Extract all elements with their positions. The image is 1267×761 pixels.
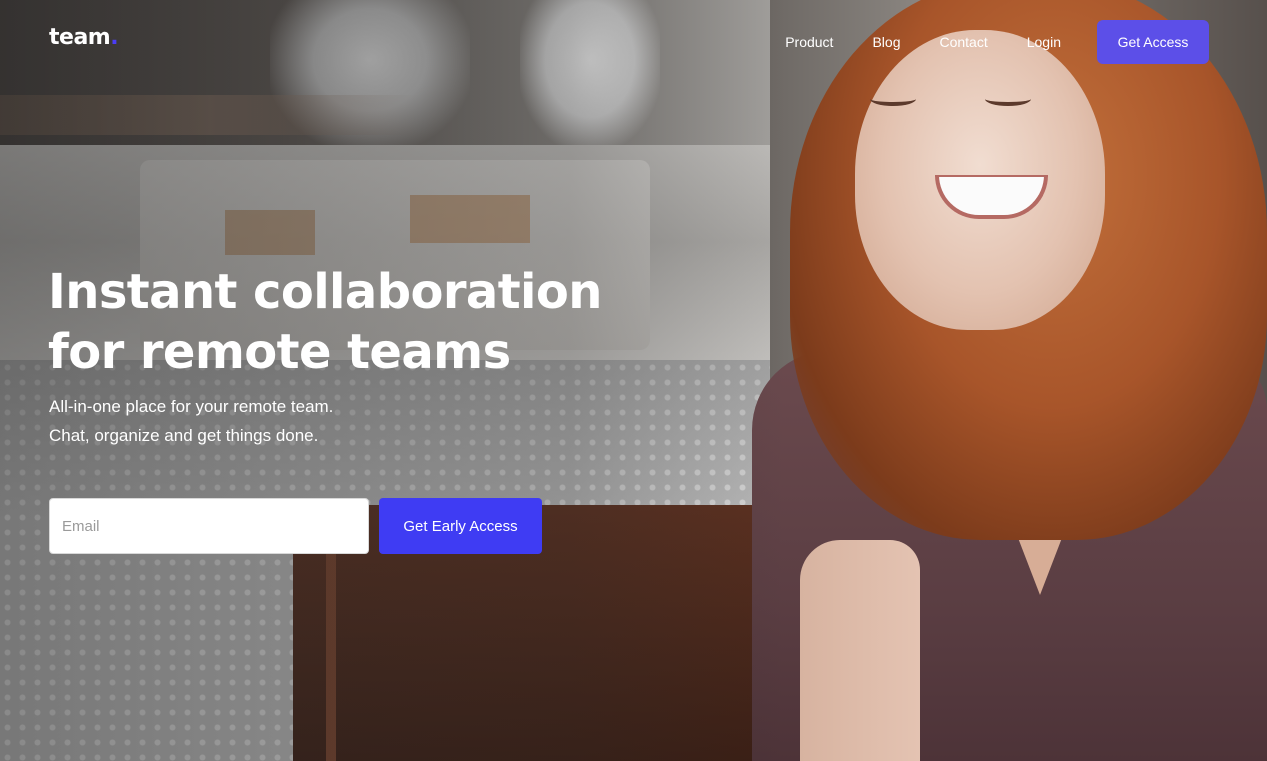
brand-logo[interactable]: team. bbox=[49, 25, 119, 50]
hero-subtitle: All-in-one place for your remote team. C… bbox=[49, 392, 509, 450]
nav-link-blog[interactable]: Blog bbox=[872, 34, 900, 50]
nav-link-product[interactable]: Product bbox=[785, 34, 833, 50]
hero-headline: Instant collaboration for remote teams bbox=[48, 264, 602, 380]
hero-subtitle-line-2: Chat, organize and get things done. bbox=[49, 426, 319, 445]
main-nav: Product Blog Contact Login Get Access bbox=[785, 20, 1209, 64]
get-access-button[interactable]: Get Access bbox=[1097, 20, 1209, 64]
get-early-access-button[interactable]: Get Early Access bbox=[379, 498, 542, 554]
hero-subtitle-line-1: All-in-one place for your remote team. bbox=[49, 397, 334, 416]
brand-dot: . bbox=[110, 25, 119, 50]
hero-section: team. Product Blog Contact Login Get Acc… bbox=[0, 0, 1267, 761]
nav-link-contact[interactable]: Contact bbox=[939, 34, 987, 50]
email-input[interactable] bbox=[49, 498, 369, 554]
nav-link-login[interactable]: Login bbox=[1027, 34, 1061, 50]
brand-name: team bbox=[49, 25, 111, 50]
